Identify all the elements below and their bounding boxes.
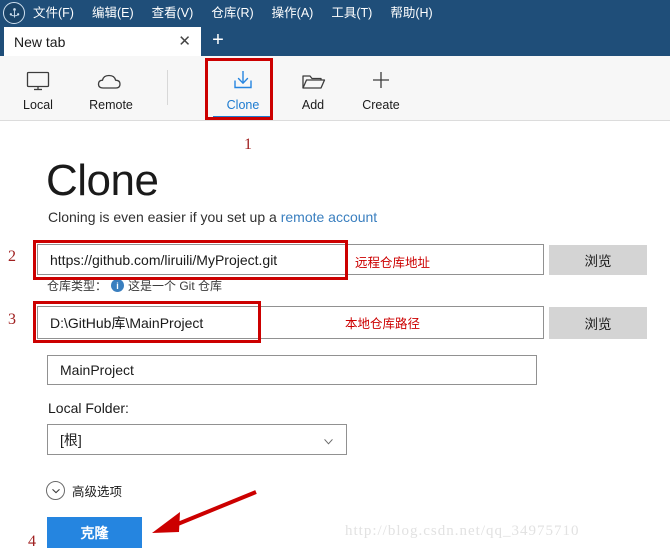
chevron-down-icon <box>323 434 334 445</box>
browse-url-button[interactable]: 浏览 <box>549 245 647 275</box>
remote-account-link[interactable]: remote account <box>281 209 378 225</box>
repository-type-row: 仓库类型： i 这是一个 Git 仓库 <box>47 277 222 294</box>
toolbar-label: Clone <box>226 97 260 112</box>
tab-label: New tab <box>14 33 66 50</box>
menu-item-repository[interactable]: 仓库(R) <box>211 0 253 26</box>
active-tab-underline <box>213 116 273 119</box>
toolbar-item-add[interactable]: Add <box>275 56 351 119</box>
toolbar-item-create[interactable]: Create <box>343 56 419 119</box>
local-folder-select[interactable]: [根] <box>47 424 347 455</box>
menu-item-actions[interactable]: 操作(A) <box>272 0 314 26</box>
watermark: http://blog.csdn.net/qq_34975710 <box>345 523 580 539</box>
plus-icon <box>369 64 393 92</box>
menu-bar: 文件(F) 编辑(E) 查看(V) 仓库(R) 操作(A) 工具(T) 帮助(H… <box>33 0 433 26</box>
page-subtitle: Cloning is even easier if you set up a r… <box>48 209 377 225</box>
toolbar-item-clone[interactable]: Clone <box>205 56 281 119</box>
repository-type-label: 仓库类型： <box>47 279 108 293</box>
repository-name-input[interactable]: MainProject <box>47 355 537 385</box>
info-icon: i <box>111 279 125 292</box>
page-title: Clone <box>46 156 159 205</box>
plus-icon[interactable]: + <box>208 30 228 51</box>
menu-item-view[interactable]: 查看(V) <box>152 0 194 26</box>
destination-path-input[interactable]: D:\GitHub库\MainProject <box>37 306 544 339</box>
main-toolbar: Local Remote Clone Add Create <box>0 56 670 121</box>
tab-new-tab[interactable]: New tab ✕ <box>4 27 201 56</box>
monitor-icon <box>25 64 51 92</box>
toolbar-label: Local <box>23 97 53 112</box>
local-folder-value: [根] <box>60 431 82 448</box>
repository-type-value: 这是一个 Git 仓库 <box>128 279 223 293</box>
local-folder-label: Local Folder: <box>48 400 129 416</box>
menu-item-edit[interactable]: 编辑(E) <box>92 0 134 26</box>
toolbar-label: Add <box>301 97 325 112</box>
browse-path-button[interactable]: 浏览 <box>549 307 647 339</box>
red-arrow-icon <box>138 488 263 543</box>
close-icon[interactable]: ✕ <box>178 34 191 49</box>
menu-item-help[interactable]: 帮助(H) <box>390 0 432 26</box>
toolbar-divider <box>167 70 168 105</box>
toolbar-label: Create <box>362 97 400 112</box>
cloud-icon <box>96 64 126 92</box>
annotation-note-url: 远程仓库地址 <box>355 256 431 270</box>
download-arrow-icon <box>231 64 255 92</box>
annotation-number-1: 1 <box>244 136 252 153</box>
annotation-note-path: 本地仓库路径 <box>345 317 421 331</box>
toolbar-label: Remote <box>89 97 133 112</box>
toolbar-item-remote[interactable]: Remote <box>73 56 149 119</box>
clone-button[interactable]: 克隆 <box>47 517 142 548</box>
folder-open-icon <box>300 64 326 92</box>
toolbar-item-local[interactable]: Local <box>0 56 76 119</box>
chevron-down-circle-icon <box>46 481 65 500</box>
repository-url-input[interactable]: https://github.com/liruili/MyProject.git <box>37 244 544 275</box>
advanced-options-label: 高级选项 <box>72 485 123 499</box>
menu-item-file[interactable]: 文件(F) <box>33 0 74 26</box>
title-bar: 文件(F) 编辑(E) 查看(V) 仓库(R) 操作(A) 工具(T) 帮助(H… <box>0 0 670 26</box>
annotation-number-2: 2 <box>8 248 16 265</box>
subtitle-text: Cloning is even easier if you set up a <box>48 209 281 225</box>
menu-item-tools[interactable]: 工具(T) <box>331 0 372 26</box>
sourcetree-logo-icon <box>3 2 25 24</box>
advanced-options-toggle[interactable]: 高级选项 <box>46 481 122 500</box>
annotation-number-3: 3 <box>8 311 16 328</box>
tab-strip: New tab ✕ + <box>0 26 670 56</box>
annotation-number-4: 4 <box>28 533 36 550</box>
